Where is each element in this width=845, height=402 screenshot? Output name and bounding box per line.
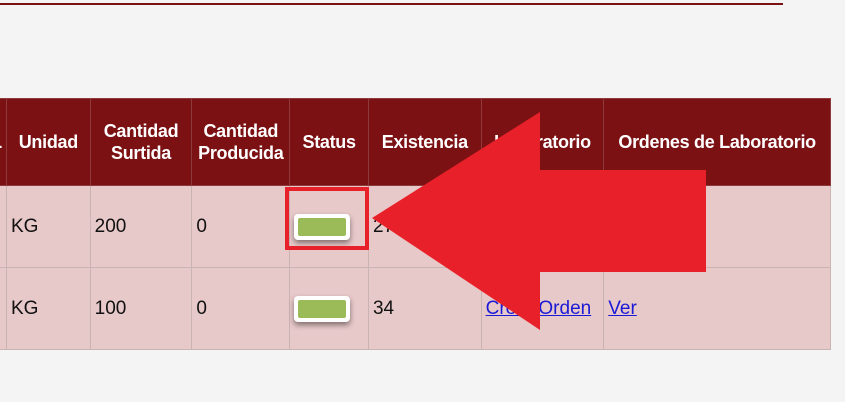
status-indicator-green[interactable] bbox=[294, 295, 351, 322]
header-cantidad-surtida-line2: Surtida bbox=[111, 143, 171, 163]
header-cantidad-producida-line1: Cantidad bbox=[203, 121, 279, 141]
table-header-row: L Unidad Cantidad Surtida Cantidad Produ… bbox=[0, 98, 831, 186]
header-cantidad-producida: Cantidad Producida bbox=[191, 98, 291, 186]
ver-link[interactable]: Ver bbox=[608, 298, 637, 319]
orders-table: L Unidad Cantidad Surtida Cantidad Produ… bbox=[0, 98, 831, 350]
top-divider bbox=[0, 3, 783, 5]
cell-cantidad-surtida: 100 bbox=[89, 267, 193, 350]
cell-existencia: 34 bbox=[367, 267, 482, 350]
header-existencia: Existencia bbox=[367, 98, 482, 186]
annotation-highlight-box bbox=[285, 187, 369, 250]
crear-orden-link[interactable]: Crear Orden bbox=[486, 298, 592, 319]
header-cantidad-surtida: Cantidad Surtida bbox=[89, 98, 193, 186]
header-ordenes-laboratorio: Ordenes de Laboratorio bbox=[603, 98, 831, 186]
cell-status bbox=[289, 267, 369, 350]
cell-unidad: KG bbox=[5, 267, 91, 350]
table-row: KG 200 0 27 Crear Orden Ver bbox=[0, 185, 831, 268]
ver-link[interactable]: Ver bbox=[608, 216, 637, 237]
cell-cantidad-producida: 0 bbox=[191, 267, 291, 350]
cell-laboratorio: Crear Orden bbox=[480, 267, 605, 350]
cell-cantidad-producida: 0 bbox=[191, 185, 291, 268]
cell-existencia: 27 bbox=[367, 185, 482, 268]
table-row: KG 100 0 34 Crear Orden Ver bbox=[0, 267, 831, 350]
header-status: Status bbox=[289, 98, 369, 186]
status-fill bbox=[298, 299, 347, 318]
cell-ordenes: Ver bbox=[603, 185, 831, 268]
cell-laboratorio: Crear Orden bbox=[480, 185, 605, 268]
crear-orden-link[interactable]: Crear Orden bbox=[486, 216, 592, 237]
header-cantidad-producida-line2: Producida bbox=[198, 143, 284, 163]
header-unidad: Unidad bbox=[5, 98, 91, 186]
cell-cantidad-surtida: 200 bbox=[89, 185, 193, 268]
cell-ordenes: Ver bbox=[603, 267, 831, 350]
header-laboratorio: Laboratorio bbox=[480, 98, 605, 186]
header-cantidad-surtida-line1: Cantidad bbox=[103, 121, 179, 141]
cell-unidad: KG bbox=[5, 185, 91, 268]
